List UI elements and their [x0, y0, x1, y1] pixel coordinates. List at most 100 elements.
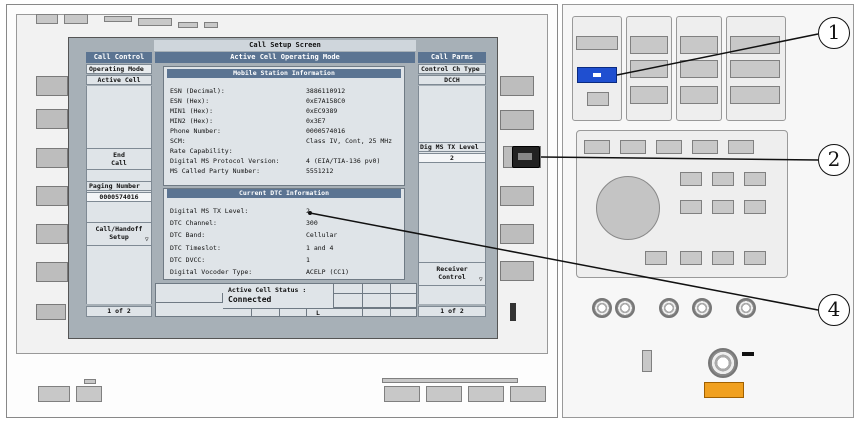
mi-value-4: 0000574016 [306, 127, 346, 135]
mi-label-6: Rate Capability: [170, 147, 233, 155]
top-bar-3 [104, 16, 132, 22]
key-3b[interactable] [680, 60, 718, 78]
right-softkey-4[interactable] [500, 186, 534, 206]
right-page-key[interactable] [510, 303, 516, 321]
rf-connector[interactable] [708, 348, 738, 378]
key-2a[interactable] [630, 36, 668, 54]
knob-key-5[interactable] [712, 200, 734, 214]
knob-key-2[interactable] [712, 172, 734, 186]
bottom-left-key-2[interactable] [76, 386, 102, 402]
bottom-right-key-4[interactable] [510, 386, 546, 402]
dig-ms-tx-value[interactable]: 2 [418, 153, 486, 163]
paging-number-value[interactable]: 0000574016 [86, 192, 152, 202]
dtc-info-header: Current DTC Information [167, 189, 401, 198]
right-softkey-2[interactable] [500, 110, 534, 130]
dtc-value-3: 1 and 4 [306, 244, 334, 252]
left-softkey-6[interactable] [36, 262, 68, 282]
key-4a[interactable] [730, 36, 780, 54]
left-softkey-1[interactable] [36, 76, 68, 96]
status-grid-right-2 [334, 295, 417, 308]
status-grid-right-1 [334, 284, 417, 294]
right-softkey-5[interactable] [500, 224, 534, 244]
key-3a[interactable] [680, 36, 718, 54]
submenu-arrow-right: ▽ [479, 276, 483, 283]
callout-4: 4 [818, 294, 850, 326]
dtc-label-0: Digital MS TX Level: [170, 207, 249, 215]
dtc-value-1: 300 [306, 219, 318, 227]
key-1c[interactable] [587, 92, 609, 106]
center-header: Active Cell Operating Mode [155, 52, 415, 63]
knob-key-4[interactable] [680, 200, 702, 214]
callout-2: 2 [818, 144, 850, 176]
left-softkey-3[interactable] [36, 148, 68, 168]
control-ch-label: Control Ch Type [418, 64, 486, 74]
call-handoff-setup-button[interactable]: Call/Handoff Setup [86, 222, 152, 246]
knob-key-8[interactable] [680, 251, 702, 265]
bottom-right-key-3[interactable] [468, 386, 504, 402]
left-page-key[interactable] [36, 304, 66, 320]
warning-label [704, 382, 744, 398]
connector-5[interactable] [736, 298, 756, 318]
receiver-control-button[interactable]: Receiver Control [418, 262, 486, 286]
mi-label-1: ESN (Hex): [170, 97, 210, 105]
key-1a[interactable] [576, 36, 618, 50]
rotary-knob[interactable] [596, 176, 660, 240]
left-softkey-4[interactable] [36, 186, 68, 206]
bottom-left-key-1[interactable] [38, 386, 70, 402]
dtc-value-5: ACELP (CC1) [306, 268, 350, 276]
rf-connector-tab [742, 352, 754, 356]
status-grid-left [155, 293, 223, 303]
top-bar-1 [36, 14, 58, 24]
dtc-label-1: DTC Channel: [170, 219, 217, 227]
left-softkey-5[interactable] [36, 224, 68, 244]
top-bar-5 [178, 22, 198, 28]
knob-key-6[interactable] [744, 200, 766, 214]
left-page-indicator: 1 of 2 [86, 306, 152, 317]
operating-mode-value[interactable]: Active Cell [86, 75, 152, 85]
control-ch-value[interactable]: DCCH [418, 75, 486, 85]
submenu-arrow: ▽ [145, 236, 149, 243]
screen-title: Call Setup Screen [154, 40, 416, 51]
mid-key-5[interactable] [728, 140, 754, 154]
knob-key-9[interactable] [712, 251, 734, 265]
knob-key-7[interactable] [645, 251, 667, 265]
active-cell-status-value: Connected [228, 295, 272, 304]
left-softkey-2[interactable] [36, 109, 68, 129]
mi-value-5: Class IV, Cont, 25 MHz [306, 137, 393, 145]
front-small-key[interactable] [642, 350, 652, 372]
knob-key-3[interactable] [744, 172, 766, 186]
right-page-indicator: 1 of 2 [418, 306, 486, 317]
mi-value-8: 5551212 [306, 167, 334, 175]
key-2b[interactable] [630, 60, 668, 78]
mid-key-2[interactable] [620, 140, 646, 154]
mi-value-0: 3886110912 [306, 87, 346, 95]
mid-key-3[interactable] [656, 140, 682, 154]
dtc-value-2: Cellular [306, 231, 338, 239]
bottom-right-key-1[interactable] [384, 386, 420, 402]
bottom-right-key-2[interactable] [426, 386, 462, 402]
right-softkey-1[interactable] [500, 76, 534, 96]
mi-value-3: 0x3E7 [306, 117, 326, 125]
knob-key-10[interactable] [744, 251, 766, 265]
top-bar-4 [138, 18, 172, 26]
mi-label-5: SCM: [170, 137, 186, 145]
mi-value-2: 0xEC9389 [306, 107, 338, 115]
mi-label-7: Digital MS Protocol Version: [170, 157, 280, 165]
status-grid-v4 [279, 308, 280, 317]
knob-key-1[interactable] [680, 172, 702, 186]
bottom-right-bar [382, 378, 518, 383]
key-3c[interactable] [680, 86, 718, 104]
status-grid-v3 [251, 308, 252, 317]
key-4c[interactable] [730, 86, 780, 104]
right-softkey-6[interactable] [500, 261, 534, 281]
connector-2[interactable] [615, 298, 635, 318]
mid-key-4[interactable] [692, 140, 718, 154]
key-4b[interactable] [730, 60, 780, 78]
key-2c[interactable] [630, 86, 668, 104]
connector-1[interactable] [592, 298, 612, 318]
connector-3[interactable] [659, 298, 679, 318]
dig-ms-tx-label: Dig MS TX Level [418, 142, 486, 152]
connector-4[interactable] [692, 298, 712, 318]
end-call-button[interactable]: End Call [86, 148, 152, 170]
mid-key-1[interactable] [584, 140, 610, 154]
